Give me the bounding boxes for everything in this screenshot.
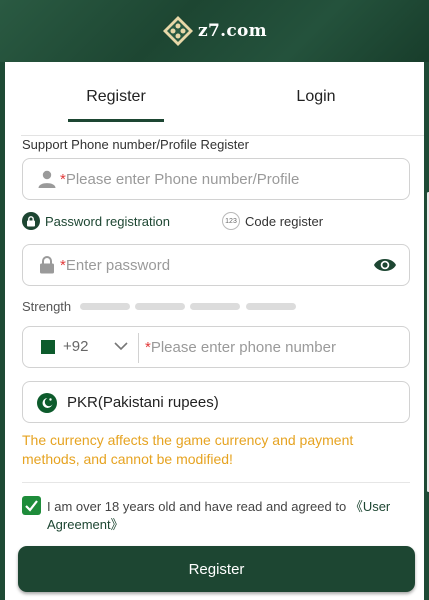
chevron-down-icon — [114, 342, 129, 351]
strength-bar-1 — [80, 303, 130, 310]
strength-bar-3 — [190, 303, 240, 310]
agree-checkbox[interactable] — [22, 496, 41, 515]
register-button[interactable]: Register — [18, 546, 415, 592]
eye-icon[interactable] — [373, 256, 397, 274]
lock-icon — [40, 256, 54, 274]
currency-warning: The currency affects the game currency a… — [22, 432, 354, 467]
password-input[interactable]: *Enter password — [22, 244, 410, 286]
currency-value: PKR(Pakistani rupees) — [67, 394, 219, 411]
pakistan-flag-icon — [37, 339, 55, 354]
phone-placeholder: *Please enter phone number — [145, 339, 336, 356]
tabs-divider — [21, 135, 424, 136]
header-bar: z7.com — [0, 0, 429, 62]
country-code-value: +92 — [63, 338, 89, 355]
code-register-label: Code register — [245, 213, 324, 229]
account-input[interactable]: *Please enter Phone number/Profile — [22, 158, 410, 200]
phone-input[interactable]: +92 *Please enter phone number — [22, 326, 410, 368]
code-badge-icon: 123 — [222, 212, 240, 230]
tab-register[interactable]: Register — [41, 88, 191, 106]
password-placeholder: *Enter password — [60, 257, 171, 274]
active-tab-indicator — [68, 119, 164, 122]
password-registration-label: Password registration — [45, 213, 170, 229]
strength-bar-4 — [246, 303, 296, 310]
account-placeholder: *Please enter Phone number/Profile — [60, 171, 300, 188]
user-icon — [38, 170, 56, 188]
strength-label: Strength — [22, 299, 72, 314]
checkmark-icon — [25, 500, 38, 512]
register-panel: Register Login Support Phone number/Prof… — [5, 62, 429, 600]
auth-tabs: Register Login — [5, 62, 424, 124]
pakistan-flag-icon — [37, 393, 57, 413]
country-code-select[interactable]: +92 — [37, 338, 129, 355]
account-field-label: Support Phone number/Profile Register — [22, 137, 249, 152]
code-register-option[interactable]: 123 Code register — [222, 212, 323, 230]
phone-divider — [138, 333, 139, 363]
divider — [22, 482, 410, 483]
password-registration-option[interactable]: Password registration — [22, 212, 170, 230]
logo-mark-icon — [163, 16, 194, 46]
agreement-text: I am over 18 years old and have read and… — [47, 499, 391, 532]
site-name: z7.com — [198, 21, 267, 41]
lock-badge-icon — [22, 212, 40, 230]
currency-field: PKR(Pakistani rupees) — [22, 381, 410, 423]
site-logo[interactable]: z7.com — [162, 15, 267, 47]
strength-bar-2 — [135, 303, 185, 310]
tab-login[interactable]: Login — [241, 88, 391, 106]
